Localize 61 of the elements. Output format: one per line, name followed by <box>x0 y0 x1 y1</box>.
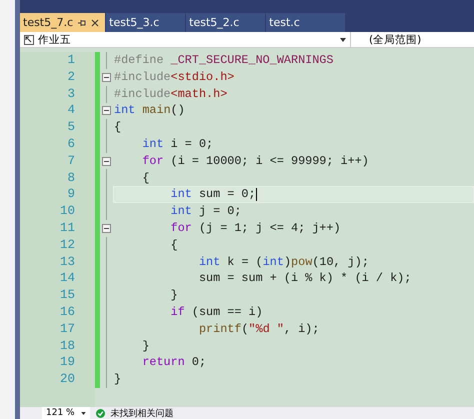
collapse-icon[interactable] <box>102 156 111 166</box>
status-message: 未找到相关问题 <box>110 408 174 419</box>
code-line: if (sum == i) <box>170 304 263 321</box>
code-line: int main() <box>114 102 185 120</box>
line-number: 14 <box>58 270 76 288</box>
code-line: printf("%d ", i); <box>198 320 320 338</box>
scope-icon <box>24 34 34 44</box>
code-line: #include<stdio.h> <box>114 68 234 86</box>
line-number: 17 <box>58 320 76 338</box>
caret-icon <box>340 38 346 42</box>
line-number: 10 <box>58 203 76 220</box>
code-line: int sum = 0; <box>170 186 256 204</box>
close-icon[interactable] <box>91 18 100 26</box>
code-line: return 0; <box>141 354 206 372</box>
file-tab[interactable]: test5_7.c <box>20 13 106 32</box>
line-number: 4 <box>66 102 76 120</box>
code-line: #define _CRT_SECURE_NO_WARNINGS <box>114 52 334 69</box>
code-line: { <box>170 236 178 254</box>
code-line: int i = 0; <box>141 136 214 153</box>
file-tab[interactable]: test5_2.c <box>186 13 266 32</box>
line-number: 19 <box>58 354 76 372</box>
code-line: } <box>170 287 178 304</box>
code-line: sum = sum + (i % k) * (i / k); <box>198 270 412 288</box>
line-number: 1 <box>66 52 76 69</box>
line-number: 7 <box>66 152 76 170</box>
check-icon <box>96 408 105 418</box>
pin-icon[interactable] <box>78 18 86 26</box>
line-number: 15 <box>58 287 76 304</box>
code-line: int k = (int)pow(10, j); <box>198 254 369 270</box>
collapse-icon[interactable] <box>102 224 111 233</box>
line-number: 9 <box>66 186 76 204</box>
zoom-dropdown[interactable]: 121 % <box>42 407 90 419</box>
code-line: int j = 0; <box>170 203 242 220</box>
line-number: 11 <box>58 220 76 237</box>
file-tab[interactable]: test5_3.c <box>106 13 186 32</box>
fold-guide <box>106 86 107 102</box>
line-number: 5 <box>66 119 76 136</box>
text-cursor <box>256 188 257 202</box>
code-line: for (i = 10000; i <= 99999; i++) <box>141 152 369 170</box>
line-number: 6 <box>66 136 76 153</box>
fold-guide <box>106 52 107 69</box>
line-number: 18 <box>58 338 76 354</box>
collapse-icon[interactable] <box>102 72 111 82</box>
code-line: { <box>141 170 150 186</box>
line-number: 13 <box>58 254 76 270</box>
line-number: 12 <box>58 236 76 254</box>
code-line: for (j = 1; j <= 4; j++) <box>170 220 341 237</box>
code-line: { <box>114 119 122 136</box>
line-number: 16 <box>58 304 76 321</box>
code-line: } <box>141 338 150 354</box>
caret-icon <box>80 412 86 414</box>
line-number: 2 <box>66 68 76 86</box>
file-tab[interactable]: test.c <box>266 13 346 32</box>
code-line: } <box>114 371 122 388</box>
line-number: 20 <box>58 371 76 388</box>
line-number: 3 <box>66 86 76 102</box>
code-line: #include<math.h> <box>114 86 228 102</box>
global-scope-dropdown[interactable]: (全局范围) <box>350 32 474 47</box>
line-number: 8 <box>66 170 76 186</box>
scope-dropdown[interactable]: 作业五 <box>20 32 350 47</box>
collapse-icon[interactable] <box>102 106 111 116</box>
